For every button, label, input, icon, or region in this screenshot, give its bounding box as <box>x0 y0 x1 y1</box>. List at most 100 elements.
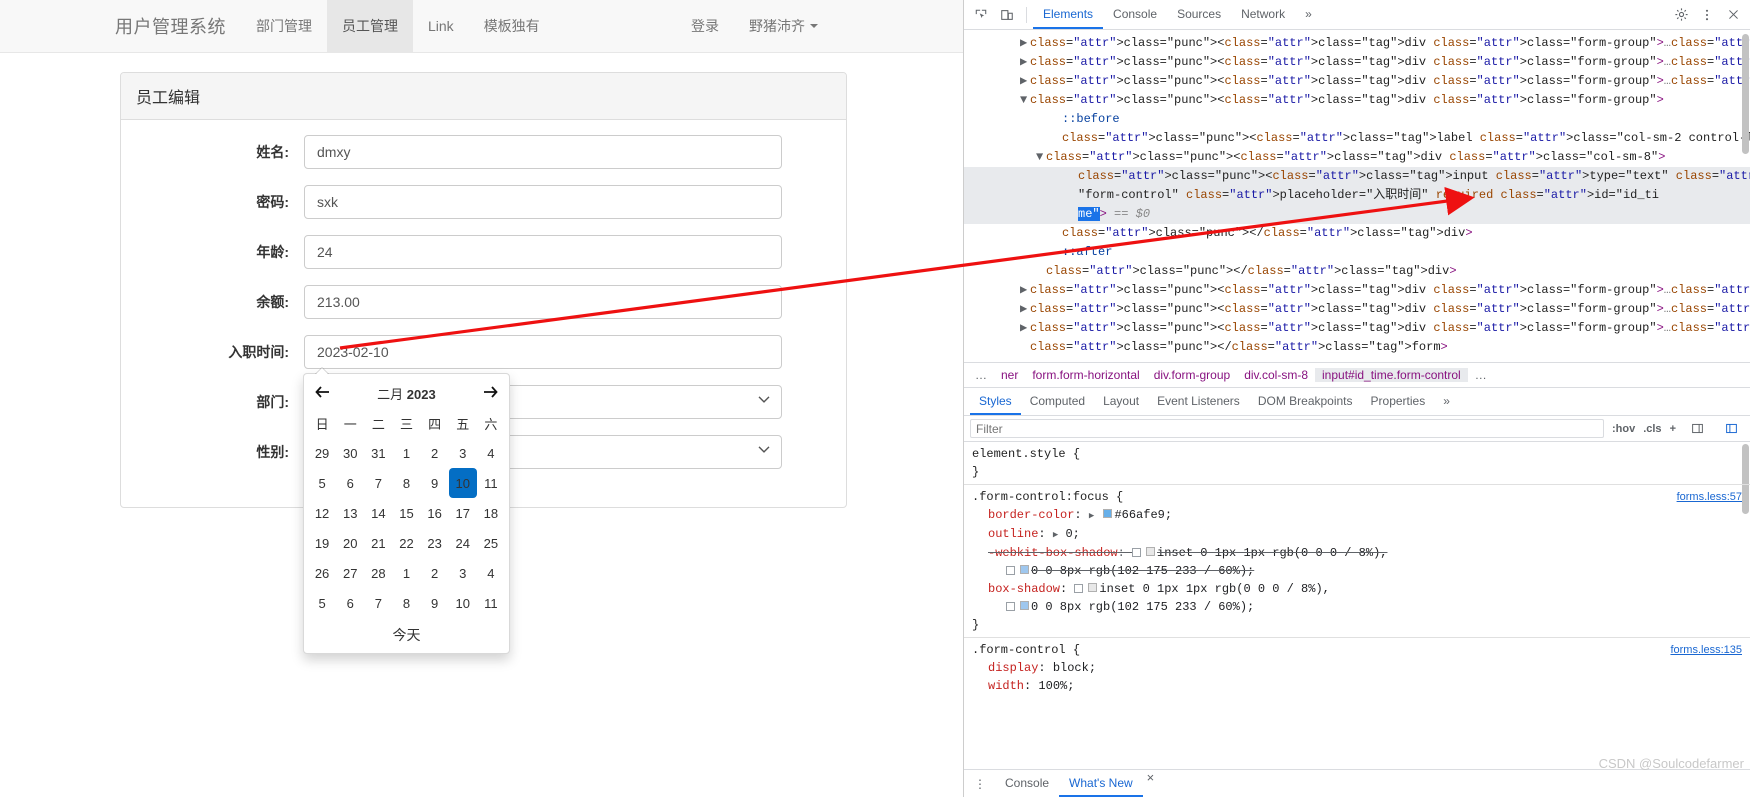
styles-tab-event-listeners[interactable]: Event Listeners <box>1148 388 1249 415</box>
datepicker-day[interactable]: 9 <box>421 468 449 498</box>
css-declaration[interactable]: 0 0 8px rgb(102 175 233 / 60%); <box>972 562 1742 580</box>
tab-sources[interactable]: Sources <box>1167 0 1231 29</box>
breadcrumb-item-5[interactable]: input#id_time.form-control <box>1315 368 1468 382</box>
new-style-rule-button[interactable]: + <box>1670 423 1676 435</box>
copy-icon[interactable] <box>1132 548 1142 558</box>
css-value[interactable]: block; <box>1053 661 1096 675</box>
dom-node-line[interactable]: ▶ class="attr">class="punc"><class="attr"… <box>964 34 1750 53</box>
drawer-close-icon[interactable]: × <box>1147 770 1155 797</box>
prev-month-icon[interactable] <box>308 378 336 408</box>
dom-node-line[interactable]: ▶ class="attr">class="punc"><class="attr"… <box>964 281 1750 300</box>
css-value[interactable]: 100%; <box>1038 679 1074 693</box>
datepicker-day[interactable]: 13 <box>336 498 364 528</box>
css-value[interactable]: inset 0 1px 1px rgb(0 0 0 / 8%), <box>1157 546 1387 560</box>
breadcrumb-item-6[interactable]: … <box>1468 368 1494 382</box>
datepicker-day[interactable]: 28 <box>364 558 392 588</box>
css-declaration[interactable]: -webkit-box-shadow: inset 0 1px 1px rgb(… <box>972 544 1742 562</box>
navbar-brand[interactable]: 用户管理系统 <box>115 0 241 52</box>
navbar-right-item-1[interactable]: 野猪沛齐 <box>734 0 833 52</box>
datepicker-day[interactable]: 6 <box>336 468 364 498</box>
datepicker-day[interactable]: 11 <box>477 468 505 498</box>
tab-network[interactable]: Network <box>1231 0 1295 29</box>
css-declaration[interactable]: border-color: ▶ #66afe9; <box>972 506 1742 525</box>
css-source-link[interactable]: forms.less:135 <box>1670 641 1742 659</box>
styles-tab-properties[interactable]: Properties <box>1362 388 1435 415</box>
datepicker-day[interactable]: 27 <box>336 558 364 588</box>
navbar-right-item-0[interactable]: 登录 <box>676 0 734 52</box>
copy-icon[interactable] <box>1006 602 1015 612</box>
next-month-icon[interactable] <box>477 378 505 408</box>
field-input-0[interactable] <box>304 135 782 169</box>
navbar-item-2[interactable]: Link <box>413 0 469 52</box>
css-value[interactable]: #66afe9; <box>1114 508 1172 522</box>
breadcrumb-item-1[interactable]: ner <box>994 368 1025 382</box>
css-value[interactable]: 0 0 8px rgb(102 175 233 / 60%); <box>1031 564 1254 578</box>
datepicker-day[interactable]: 22 <box>392 528 420 558</box>
copy-icon[interactable] <box>1074 584 1084 594</box>
css-value[interactable]: 0 0 8px rgb(102 175 233 / 60%); <box>1031 600 1254 614</box>
close-devtools-icon[interactable] <box>1720 3 1746 27</box>
styles-tab-layout[interactable]: Layout <box>1094 388 1148 415</box>
breadcrumb-item-2[interactable]: form.form-horizontal <box>1025 368 1146 382</box>
datepicker-day[interactable]: 1 <box>392 558 420 588</box>
css-declaration[interactable]: display: block; <box>972 659 1742 677</box>
dom-node-line[interactable]: class="attr">class="punc"><class="attr">… <box>964 167 1750 186</box>
dom-node-line[interactable]: ::after <box>964 243 1750 262</box>
datepicker-day[interactable]: 5 <box>308 588 336 618</box>
styles-rules[interactable]: element.style {} forms.less:57 .form-contr… <box>964 442 1750 769</box>
navbar-item-1[interactable]: 员工管理 <box>327 0 413 52</box>
breadcrumb-item-3[interactable]: div.form-group <box>1147 368 1237 382</box>
datepicker-day[interactable]: 2 <box>421 558 449 588</box>
color-swatch[interactable] <box>1103 509 1113 519</box>
datepicker-day[interactable]: 5 <box>308 468 336 498</box>
styles-tab-dom-breakpoints[interactable]: DOM Breakpoints <box>1249 388 1362 415</box>
datepicker-day[interactable]: 8 <box>392 588 420 618</box>
drawer-tab-console[interactable]: Console <box>995 770 1059 797</box>
navbar-item-0[interactable]: 部门管理 <box>241 0 327 52</box>
css-property[interactable]: border-color <box>988 508 1074 522</box>
css-selector[interactable]: .form-control { <box>972 641 1742 659</box>
datepicker-day[interactable]: 11 <box>477 588 505 618</box>
dom-tree[interactable]: ▶ class="attr">class="punc"><class="attr"… <box>964 30 1750 362</box>
field-input-1[interactable] <box>304 185 782 219</box>
drawer-kebab-icon[interactable]: ⋮ <box>968 777 993 791</box>
breadcrumb-item-0[interactable]: … <box>968 368 994 382</box>
drawer-tab-what-s-new[interactable]: What's New <box>1059 770 1143 797</box>
datepicker-day[interactable]: 9 <box>421 588 449 618</box>
dom-node-line[interactable]: class="attr">class="punc"></class="attr"… <box>964 262 1750 281</box>
tab-console[interactable]: Console <box>1103 0 1167 29</box>
dom-node-line[interactable]: class="attr">class="punc"><class="attr">… <box>964 129 1750 148</box>
datepicker-popup[interactable]: 二月 2023 日一二三四五六 29 30 31 1 2 3 4 5 6 7 8 9 10 11 12 13 14 1… <box>303 367 510 654</box>
more-tabs-icon[interactable]: » <box>1295 0 1322 29</box>
css-property[interactable]: width <box>988 679 1024 693</box>
css-declaration[interactable]: outline: ▶ 0; <box>972 525 1742 544</box>
toggle-sidebar-icon[interactable] <box>1718 417 1744 441</box>
dom-node-line[interactable]: ▶ class="attr">class="punc"><class="attr"… <box>964 319 1750 338</box>
more-vertical-icon[interactable] <box>1694 3 1720 27</box>
device-toolbar-icon[interactable] <box>994 3 1020 27</box>
breadcrumb-item-4[interactable]: div.col-sm-8 <box>1237 368 1315 382</box>
datepicker-day[interactable]: 24 <box>449 528 477 558</box>
datepicker-day[interactable]: 18 <box>477 498 505 528</box>
datepicker-day[interactable]: 29 <box>308 438 336 468</box>
css-property[interactable]: display <box>988 661 1038 675</box>
css-property[interactable]: box-shadow <box>988 582 1060 596</box>
navbar-item-3[interactable]: 模板独有 <box>469 0 555 52</box>
css-declaration[interactable]: width: 100%; <box>972 677 1742 695</box>
copy-icon[interactable] <box>1006 566 1015 576</box>
dom-node-line[interactable]: ▶ class="attr">class="punc"><class="attr"… <box>964 72 1750 91</box>
datepicker-day[interactable]: 7 <box>364 588 392 618</box>
datepicker-day[interactable]: 26 <box>308 558 336 588</box>
inspect-cursor-icon[interactable] <box>968 3 994 27</box>
dom-node-line[interactable]: ▶ class="attr">class="punc"><class="attr"… <box>964 53 1750 72</box>
cls-button[interactable]: .cls <box>1643 423 1661 435</box>
datepicker-day[interactable]: 8 <box>392 468 420 498</box>
dom-node-line[interactable]: ▼ class="attr">class="punc"><class="attr"… <box>964 91 1750 110</box>
tab-elements[interactable]: Elements <box>1033 0 1104 29</box>
dom-node-line[interactable]: ::before <box>964 110 1750 129</box>
field-input-2[interactable] <box>304 235 782 269</box>
css-selector[interactable]: .form-control:focus { <box>972 488 1742 506</box>
datepicker-today-button[interactable]: 今天 <box>308 618 505 649</box>
styles-tab-styles[interactable]: Styles <box>970 388 1021 415</box>
datepicker-day[interactable]: 12 <box>308 498 336 528</box>
